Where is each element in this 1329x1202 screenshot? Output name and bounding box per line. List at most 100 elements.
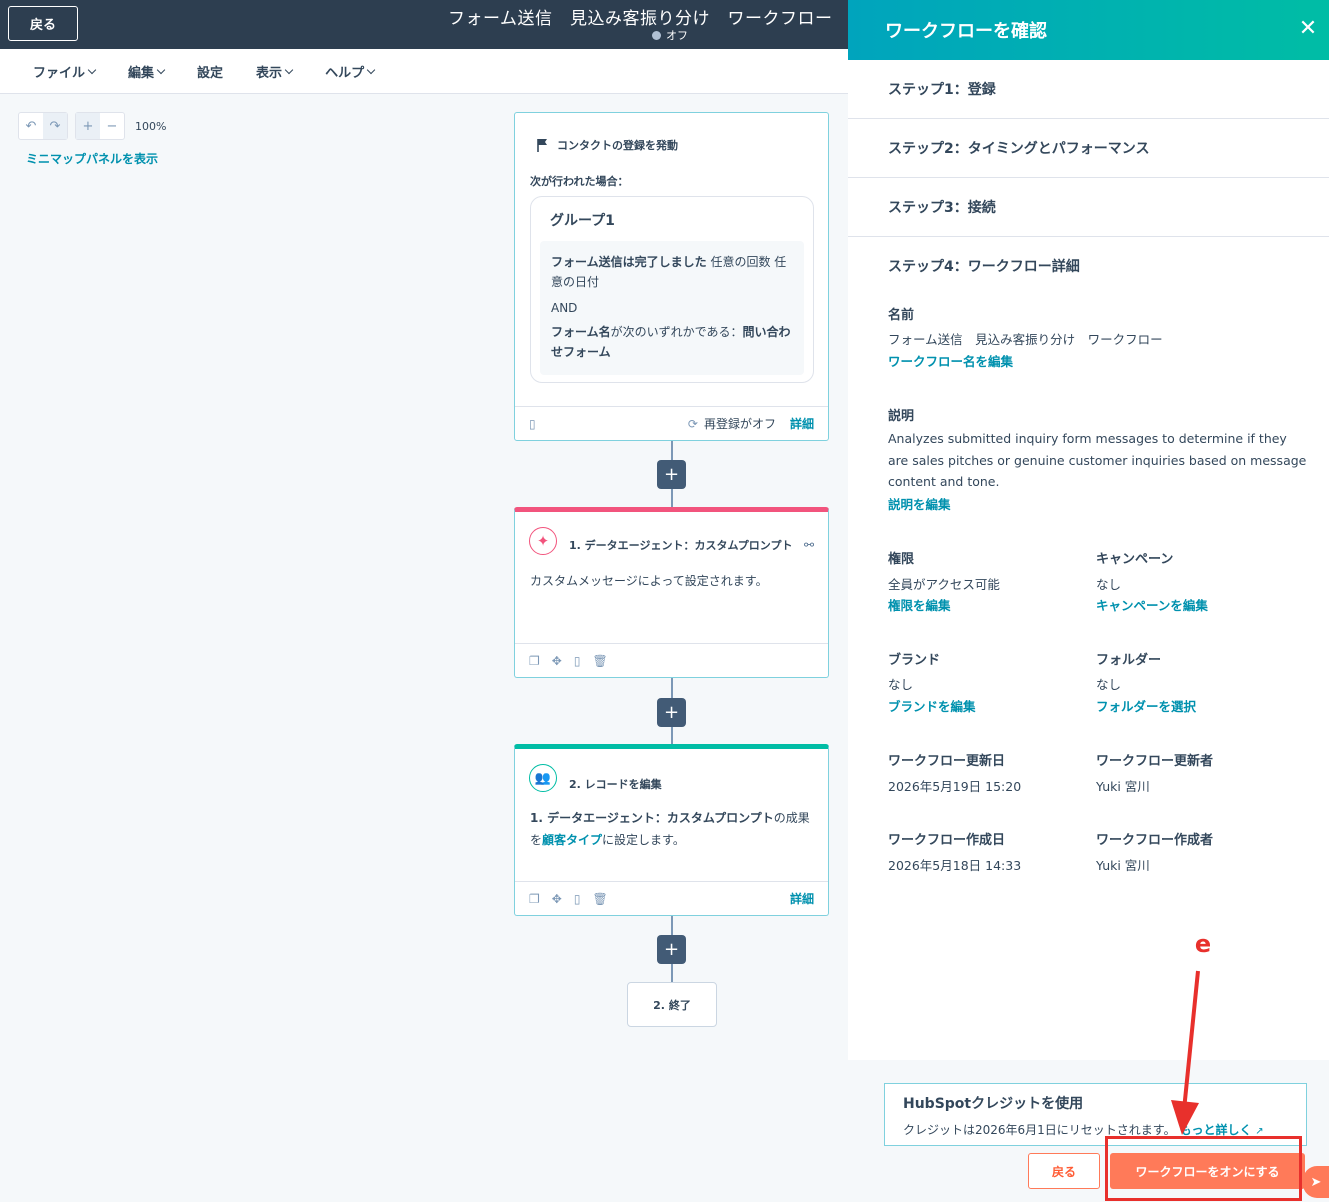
- zoom-group: + −: [75, 112, 125, 140]
- clipboard-icon[interactable]: ▯: [574, 654, 581, 668]
- annotation-arrow-icon: [1171, 970, 1200, 1135]
- action1-title: 1. データエージェント：カスタムプロンプト: [569, 539, 793, 552]
- permission-label: 権限: [888, 552, 915, 567]
- panel-header: ワークフローを確認 ✕: [848, 0, 1329, 60]
- status-dot-icon: [652, 30, 661, 40]
- action2-title: 2. レコードを編集: [569, 778, 662, 791]
- step-3-row[interactable]: ステップ3：接続: [848, 178, 1329, 237]
- trigger-details-link[interactable]: 詳細: [790, 415, 814, 432]
- condition-1: フォーム送信は完了しました 任意の回数 任意の日付: [551, 255, 787, 289]
- panel-title: ワークフローを確認: [885, 21, 1047, 42]
- step-4-header[interactable]: ステップ4：ワークフロー詳細: [888, 256, 1080, 276]
- folder-value: なし: [1096, 677, 1122, 692]
- trigger-card[interactable]: コンタクトの登録を発動 次が行われた場合： グループ1 フォーム送信は完了しまし…: [514, 112, 829, 441]
- top-bar: 戻る フォーム送信 見込み客振り分け ワークフロー オフ: [0, 0, 848, 49]
- chevron-down-icon: [156, 65, 166, 74]
- add-action-button[interactable]: +: [657, 935, 686, 964]
- description-label: 説明: [888, 409, 915, 424]
- annotation-marker: e: [1188, 930, 1218, 960]
- folder-label: フォルダー: [1096, 653, 1162, 668]
- zoom-level: 100%: [135, 120, 167, 133]
- trash-icon[interactable]: 🗑: [592, 654, 607, 668]
- workflow-title[interactable]: フォーム送信 見込み客振り分け ワークフロー: [448, 4, 833, 29]
- permission-value: 全員がアクセス可能: [888, 577, 1000, 592]
- brand-label: ブランド: [888, 653, 941, 668]
- undo-button[interactable]: ↶: [19, 113, 43, 139]
- move-icon[interactable]: ✥: [552, 892, 562, 906]
- step-1-row[interactable]: ステップ1：登録: [848, 60, 1329, 119]
- edit-permission-link[interactable]: 権限を編集: [888, 595, 951, 614]
- creator-label: ワークフロー作成者: [1096, 833, 1214, 848]
- created-label: ワークフロー作成日: [888, 833, 1006, 848]
- action1-footer: ❐ ✥ ▯ 🗑: [515, 643, 828, 677]
- condition-2: フォーム名が次のいずれかである：問い合わせフォーム: [551, 325, 791, 359]
- customer-type-link[interactable]: 顧客タイプ: [542, 833, 602, 847]
- redo-button[interactable]: ↷: [43, 113, 67, 139]
- menu-settings[interactable]: 設定: [197, 62, 223, 81]
- menu-bar: ファイル 編集 設定 表示 ヘルプ: [0, 49, 848, 94]
- group-title: グループ1: [550, 213, 615, 229]
- step-2-row[interactable]: ステップ2：タイミングとパフォーマンス: [848, 119, 1329, 178]
- clipboard-icon[interactable]: ▯: [529, 417, 536, 431]
- trigger-card-footer: ▯ ⟳ 再登録がオフ 詳細: [515, 406, 828, 440]
- undo-redo-group: ↶ ↷: [18, 112, 68, 140]
- menu-edit[interactable]: 編集: [128, 62, 166, 81]
- chevron-down-icon: [284, 65, 294, 74]
- action2-body: 1. データエージェント：カスタムプロンプトの成果を顧客タイプに設定します。: [530, 811, 810, 847]
- and-label: AND: [551, 301, 578, 315]
- menu-help[interactable]: ヘルプ: [325, 62, 376, 81]
- action-card-edit-record[interactable]: 👥 2. レコードを編集 1. データエージェント：カスタムプロンプトの成果を顧…: [514, 744, 829, 916]
- condition-group[interactable]: グループ1 フォーム送信は完了しました 任意の回数 任意の日付 AND フォーム…: [530, 196, 814, 383]
- copy-icon[interactable]: ❐: [529, 654, 540, 668]
- created-value: 2026年5月18日 14:33: [888, 858, 1022, 873]
- chevron-down-icon: [87, 65, 97, 74]
- brand-value: なし: [888, 677, 914, 692]
- trash-icon[interactable]: 🗑: [592, 892, 607, 906]
- add-action-button[interactable]: +: [657, 698, 686, 727]
- condition-label: 次が行われた場合：: [530, 175, 629, 188]
- action2-footer: ❐ ✥ ▯ 🗑 詳細: [515, 881, 828, 915]
- updated-label: ワークフロー更新日: [888, 754, 1006, 769]
- name-label: 名前: [888, 308, 915, 323]
- updater-label: ワークフロー更新者: [1096, 754, 1214, 769]
- close-icon[interactable]: ✕: [1297, 18, 1319, 40]
- action-card-data-agent[interactable]: ✦ 1. データエージェント：カスタムプロンプト ⚯ カスタムメッセージによって…: [514, 507, 829, 678]
- move-icon[interactable]: ✥: [552, 654, 562, 668]
- people-icon: 👥: [529, 764, 557, 792]
- copy-icon[interactable]: ❐: [529, 892, 540, 906]
- zoom-out-button[interactable]: −: [100, 113, 124, 139]
- campaign-value: なし: [1096, 577, 1122, 592]
- clipboard-icon[interactable]: ▯: [574, 892, 581, 906]
- updated-value: 2026年5月19日 15:20: [888, 779, 1022, 794]
- edit-brand-link[interactable]: ブランドを編集: [888, 696, 976, 715]
- annotation-highlight: [1105, 1136, 1302, 1201]
- menu-file[interactable]: ファイル: [33, 62, 97, 81]
- reenroll-status[interactable]: 再登録がオフ: [704, 415, 776, 432]
- select-folder-link[interactable]: フォルダーを選択: [1096, 696, 1196, 715]
- refresh-icon: ⟳: [687, 416, 698, 431]
- show-minimap-link[interactable]: ミニマップパネルを表示: [26, 150, 158, 167]
- edit-name-link[interactable]: ワークフロー名を編集: [888, 351, 1013, 370]
- review-panel: ワークフローを確認 ✕ ステップ1：登録 ステップ2：タイミングとパフォーマンス…: [848, 0, 1329, 1202]
- panel-back-button[interactable]: 戻る: [1028, 1153, 1100, 1189]
- zoom-in-button[interactable]: +: [76, 113, 100, 139]
- menu-view[interactable]: 表示: [256, 62, 294, 81]
- add-action-button[interactable]: +: [657, 460, 686, 489]
- description-value: Analyzes submitted inquiry form messages…: [888, 431, 1307, 489]
- credit-title: HubSpotクレジットを使用: [903, 1096, 1084, 1112]
- link-icon[interactable]: ⚯: [804, 538, 814, 552]
- name-value: フォーム送信 見込み客振り分け ワークフロー: [888, 332, 1163, 347]
- end-node[interactable]: 2. 終了: [627, 982, 717, 1027]
- creator-value: Yuki 宮川: [1096, 858, 1150, 873]
- updater-value: Yuki 宮川: [1096, 779, 1150, 794]
- trigger-title: コンタクトの登録を発動: [557, 139, 678, 152]
- edit-campaign-link[interactable]: キャンペーンを編集: [1096, 595, 1208, 614]
- action2-details-link[interactable]: 詳細: [790, 890, 814, 907]
- chevron-down-icon: [366, 65, 376, 74]
- action1-body: カスタムメッセージによって設定されます。: [530, 574, 768, 588]
- edit-description-link[interactable]: 説明を編集: [888, 494, 951, 513]
- workflow-status: オフ: [652, 27, 688, 43]
- send-icon[interactable]: ➤: [1303, 1166, 1329, 1198]
- condition-box: フォーム送信は完了しました 任意の回数 任意の日付 AND フォーム名が次のいず…: [540, 241, 804, 375]
- back-button[interactable]: 戻る: [8, 6, 78, 41]
